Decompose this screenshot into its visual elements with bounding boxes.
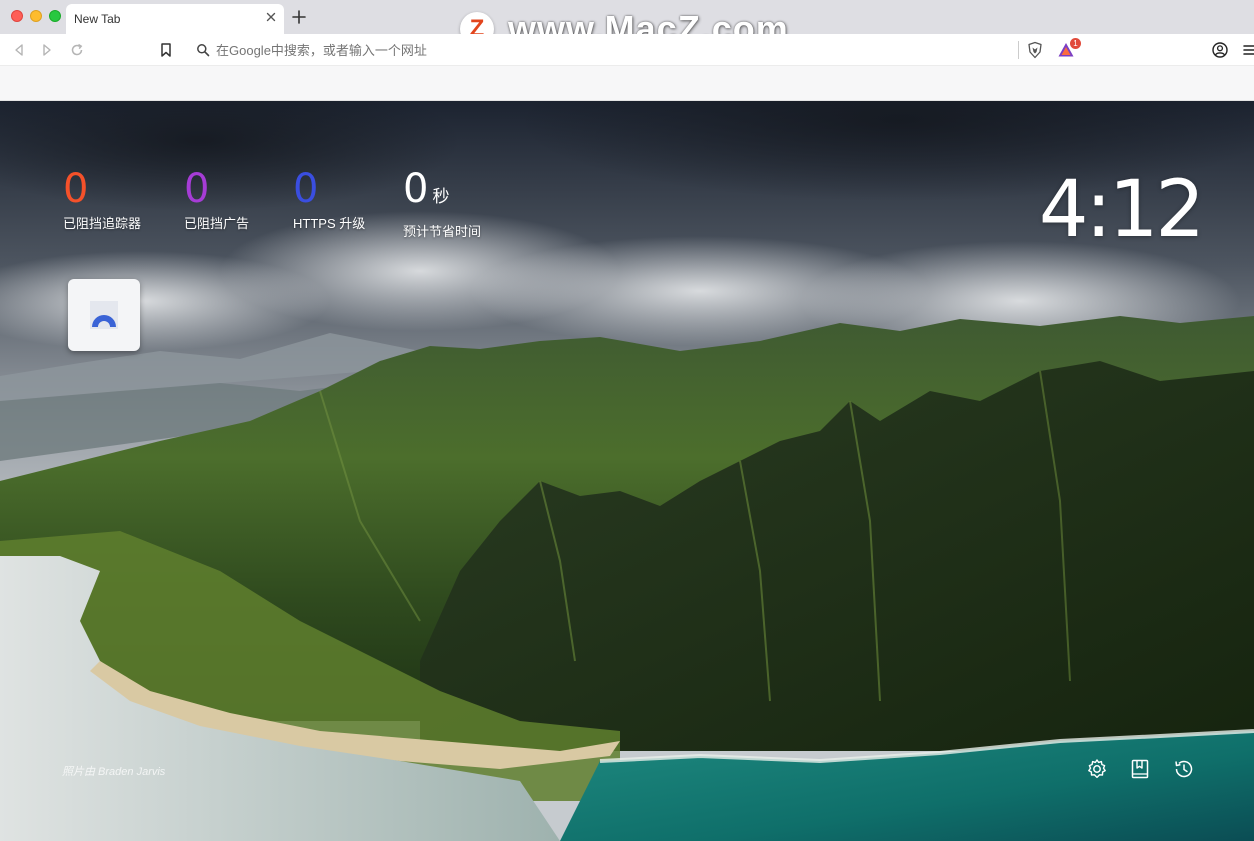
new-tab-page: 0 已阻挡追踪器 0 已阻挡广告 0 HTTPS 升级 0秒 预计节省时间 4:… [0, 101, 1254, 841]
stat-value: 0 [293, 166, 319, 212]
tab-new-tab[interactable]: New Tab [66, 4, 284, 34]
search-icon [197, 44, 210, 57]
stat-value: 0 [184, 166, 210, 212]
window-maximize-button[interactable] [49, 10, 61, 22]
navigation-toolbar: 1 [0, 34, 1254, 66]
photo-credit[interactable]: 照片由 Braden Jarvis [62, 763, 165, 779]
stat-label: HTTPS 升级 [293, 216, 366, 231]
top-site-tile[interactable] [68, 279, 140, 351]
history-icon[interactable] [1172, 757, 1196, 781]
settings-icon[interactable] [1085, 757, 1109, 781]
tab-title: New Tab [74, 12, 121, 26]
forward-icon[interactable] [38, 41, 56, 59]
stat-label: 已阻挡追踪器 [63, 216, 142, 231]
menu-icon[interactable] [1240, 41, 1254, 59]
rewards-badge: 1 [1070, 38, 1081, 49]
stat-value: 0 [63, 166, 89, 212]
address-bar-divider [1018, 41, 1019, 59]
new-tab-button[interactable] [290, 8, 308, 26]
stat-time-saved: 0秒 预计节省时间 [403, 167, 481, 240]
window-minimize-button[interactable] [30, 10, 42, 22]
reload-icon[interactable] [68, 41, 86, 59]
site-favicon-icon [90, 301, 118, 329]
stat-trackers: 0 已阻挡追踪器 [63, 167, 141, 232]
clock: 4:12 [1038, 165, 1205, 255]
profile-icon[interactable] [1211, 41, 1229, 59]
close-icon[interactable] [264, 10, 278, 24]
bookmarks-bar [0, 66, 1254, 101]
bookmark-icon[interactable] [157, 41, 175, 59]
address-bar[interactable] [186, 37, 1048, 63]
stat-label: 预计节省时间 [403, 224, 482, 239]
stat-ads: 0 已阻挡广告 [184, 167, 249, 232]
back-icon[interactable] [10, 41, 28, 59]
stat-unit: 秒 [432, 187, 450, 207]
stat-label: 已阻挡广告 [184, 216, 250, 231]
window-close-button[interactable] [11, 10, 23, 22]
stat-https: 0 HTTPS 升级 [293, 167, 365, 232]
stat-value: 0秒 [403, 166, 450, 212]
brave-shield-icon[interactable] [1026, 41, 1044, 59]
search-input[interactable] [216, 43, 996, 58]
bookmarks-icon[interactable] [1128, 757, 1152, 781]
